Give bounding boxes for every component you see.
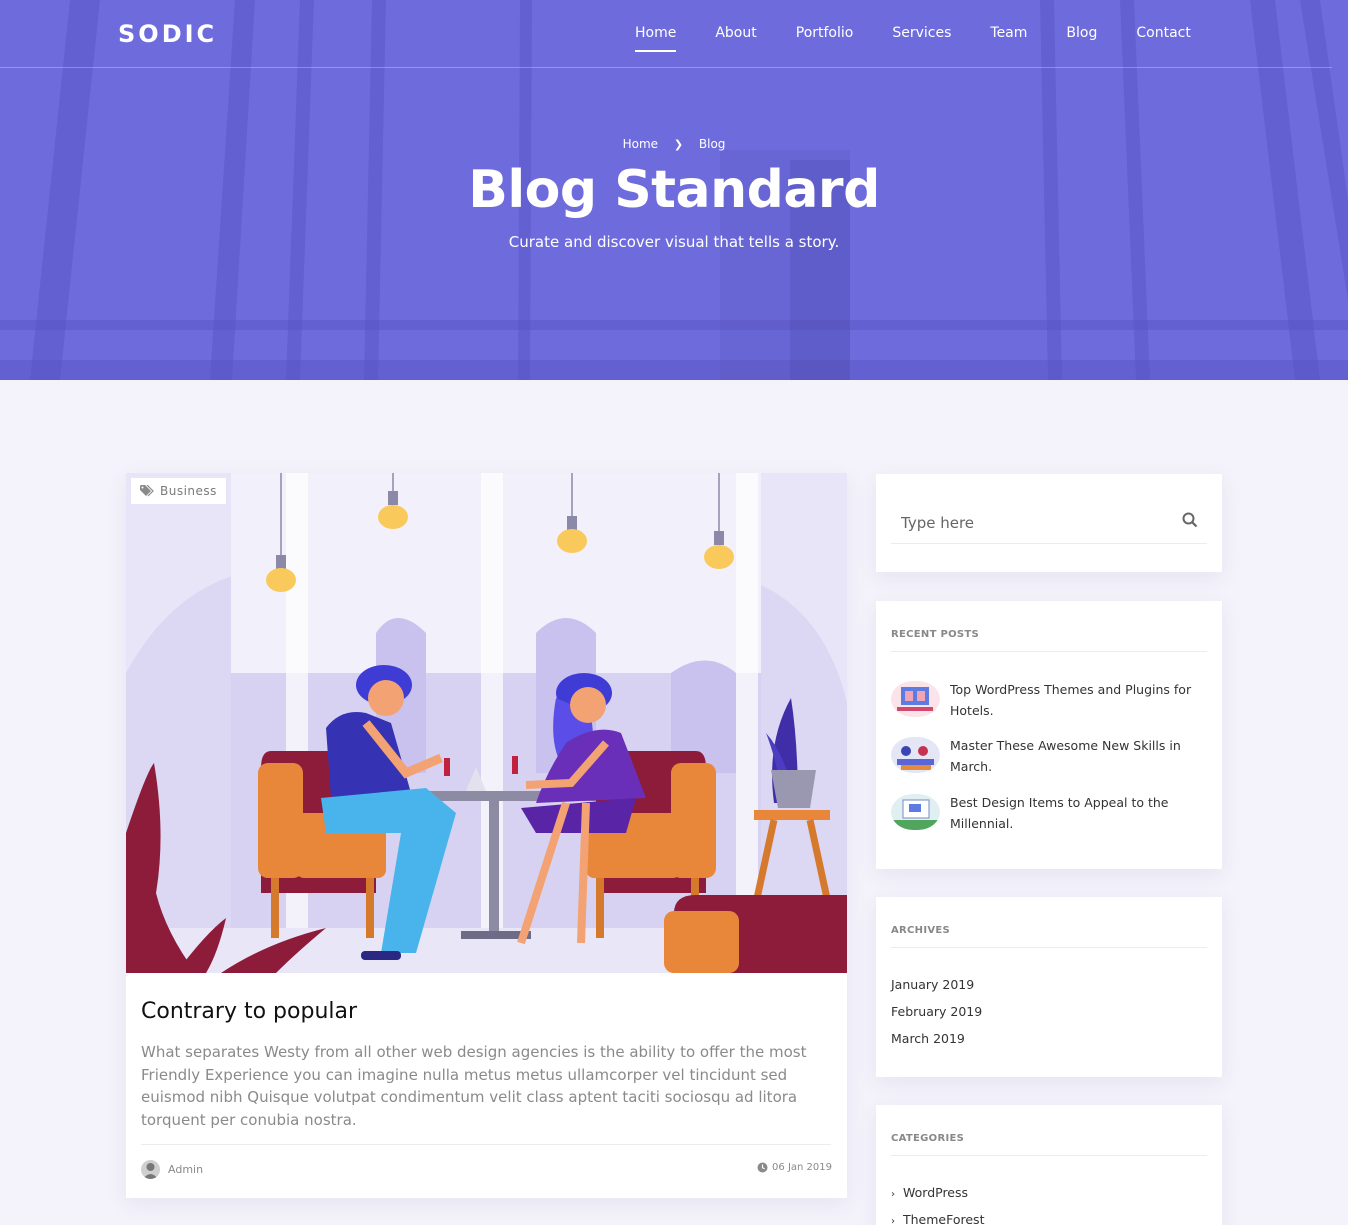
chevron-right-icon: › [891, 1189, 895, 1200]
recent-post-title: Best Design Items to Appeal to the Mille… [950, 795, 1169, 831]
nav-link-home[interactable]: Home [635, 24, 677, 52]
nav-link-team[interactable]: Team [990, 24, 1027, 42]
recent-post-item[interactable]: Best Design Items to Appeal to the Mille… [891, 794, 1206, 834]
post-title[interactable]: Contrary to popular [141, 999, 357, 1024]
breadcrumb: Home ❯ Blog [0, 137, 1348, 151]
recent-post-thumbnail [891, 794, 940, 830]
recent-posts-title: RECENT POSTS [891, 629, 980, 640]
post-author[interactable]: Admin [141, 1160, 203, 1179]
nav-link-portfolio[interactable]: Portfolio [796, 24, 854, 42]
breadcrumb-blog[interactable]: Blog [699, 137, 726, 151]
archives-widget: ARCHIVES January 2019 February 2019 Marc… [876, 897, 1222, 1077]
post-excerpt: What separates Westy from all other web … [141, 1043, 807, 1129]
recent-post-item[interactable]: Top WordPress Themes and Plugins for Hot… [891, 681, 1206, 721]
archive-link-march-2019[interactable]: March 2019 [891, 1031, 965, 1046]
search-widget [876, 474, 1222, 572]
nav-link-services[interactable]: Services [892, 24, 951, 42]
recent-post-thumbnail [891, 737, 940, 773]
nav-menu: Home About Portfolio Services Team Blog … [635, 24, 1230, 52]
page-subtitle: Curate and discover visual that tells a … [508, 233, 840, 251]
archive-link-january-2019[interactable]: January 2019 [891, 977, 974, 992]
chevron-right-icon: › [891, 1216, 895, 1225]
navbar-divider [0, 67, 1332, 68]
recent-post-thumbnail [891, 681, 940, 717]
recent-post-item[interactable]: Master These Awesome New Skills in March… [891, 737, 1206, 777]
blog-post-card: Business Contrary to popular What separa… [126, 473, 847, 1198]
post-category-tag[interactable]: Business [131, 478, 226, 504]
category-label: ThemeForest [903, 1212, 985, 1225]
widget-divider [891, 651, 1207, 652]
clock-icon [757, 1162, 768, 1173]
author-name: Admin [168, 1163, 204, 1176]
main-navbar: SODIC Home About Portfolio Services Team… [0, 0, 1348, 68]
recent-post-title: Top WordPress Themes and Plugins for Hot… [950, 682, 1192, 718]
nav-link-about[interactable]: About [715, 24, 756, 42]
post-date: 06 Jan 2019 [757, 1162, 832, 1173]
cafe-couple-illustration [126, 473, 847, 973]
post-date-text: 06 Jan 2019 [772, 1162, 832, 1173]
category-label: WordPress [903, 1185, 969, 1200]
nav-link-contact[interactable]: Contact [1136, 24, 1190, 42]
widget-divider [891, 947, 1207, 948]
recent-post-title: Master These Awesome New Skills in March… [950, 738, 1181, 774]
page-title: Blog Standard [468, 160, 880, 220]
category-link-themeforest[interactable]: › ThemeForest [891, 1212, 984, 1225]
breadcrumb-home[interactable]: Home [623, 137, 658, 151]
categories-widget: CATEGORIES › WordPress › ThemeForest [876, 1105, 1222, 1225]
tag-icon [140, 485, 154, 497]
recent-posts-widget: RECENT POSTS Top WordPress Themes and Pl… [876, 601, 1222, 869]
post-divider [141, 1144, 831, 1145]
post-featured-image[interactable]: Business [126, 473, 847, 973]
category-link-wordpress[interactable]: › WordPress [891, 1185, 968, 1200]
site-logo[interactable]: SODIC [118, 20, 217, 48]
categories-title: CATEGORIES [891, 1133, 965, 1144]
post-category-label: Business [160, 484, 217, 498]
archives-title: ARCHIVES [891, 925, 951, 936]
search-input[interactable] [891, 502, 1207, 544]
avatar [141, 1160, 160, 1179]
search-icon[interactable] [1182, 512, 1198, 532]
widget-divider [891, 1155, 1207, 1156]
hero-banner: SODIC Home About Portfolio Services Team… [0, 0, 1348, 380]
nav-link-blog[interactable]: Blog [1066, 24, 1097, 42]
archive-link-february-2019[interactable]: February 2019 [891, 1004, 982, 1019]
chevron-right-icon: ❯ [673, 138, 684, 151]
